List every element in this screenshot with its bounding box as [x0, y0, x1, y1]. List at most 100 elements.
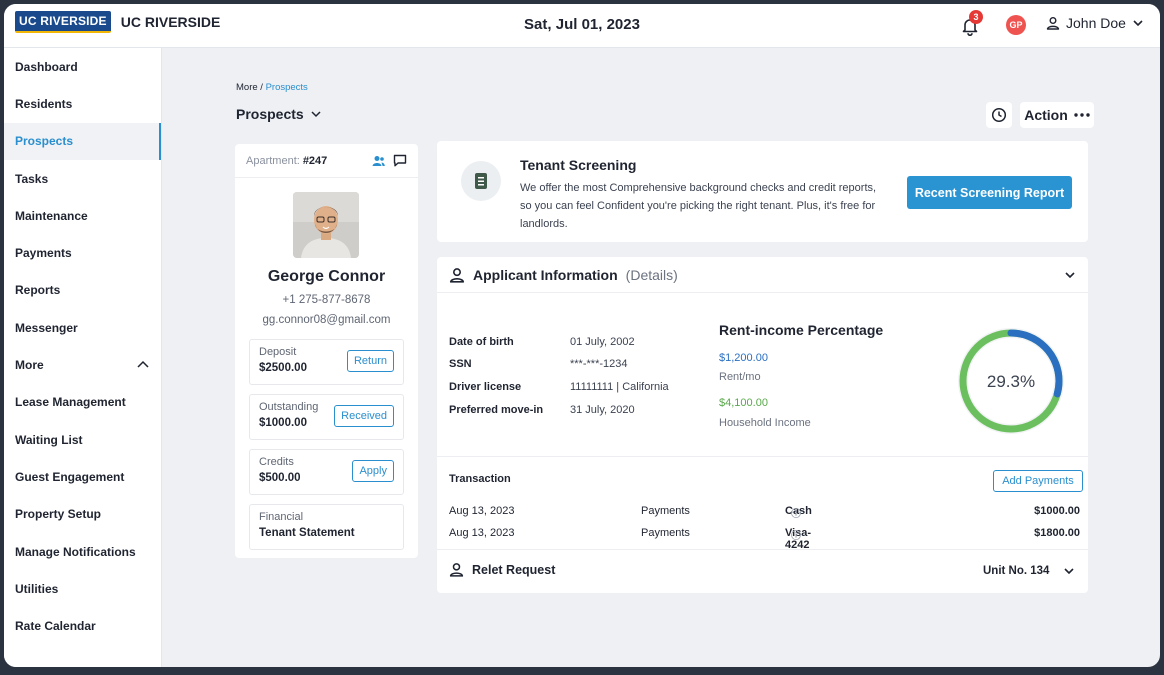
- info-value: 01 July, 2002: [570, 336, 635, 348]
- sidebar-item-label: Maintenance: [15, 208, 88, 223]
- sidebar-item-more[interactable]: More: [4, 346, 161, 383]
- info-key: Driver license: [449, 381, 522, 393]
- relet-request-header[interactable]: Relet Request: [449, 562, 555, 577]
- sidebar-item-reports[interactable]: Reports: [4, 272, 161, 309]
- sidebar-item-residents[interactable]: Residents: [4, 85, 161, 122]
- sidebar-item-maintenance[interactable]: Maintenance: [4, 197, 161, 234]
- screening-title: Tenant Screening: [520, 157, 637, 173]
- table-row[interactable]: Aug 13, 2023 Payments Visa-4242 ⓘ $1800.0…: [437, 527, 1088, 551]
- apply-button[interactable]: Apply: [352, 460, 394, 482]
- user-icon: [449, 267, 465, 283]
- applicant-header[interactable]: Applicant Information (Details): [437, 257, 1088, 293]
- tx-amount: $1800.00: [1034, 527, 1080, 539]
- document-icon: [461, 161, 501, 201]
- rent-label: Rent/mo: [719, 371, 761, 383]
- sidebar-item-prospects[interactable]: Prospects: [4, 122, 161, 161]
- income-amount: $4,100.00: [719, 397, 768, 409]
- rent-income-gauge: 29.3%: [958, 328, 1064, 434]
- sidebar-item-label: Reports: [15, 283, 61, 298]
- sidebar-item-property-setup[interactable]: Property Setup: [4, 496, 161, 533]
- gauge-percentage: 29.3%: [987, 372, 1035, 391]
- unit-label: Unit No. 134: [983, 565, 1050, 577]
- divider: [437, 456, 1088, 457]
- info-row-ssn: SSN ***-***-1234: [449, 358, 627, 370]
- logo-mark: UC RIVERSIDE: [15, 11, 111, 33]
- chevron-down-icon: [1064, 568, 1075, 575]
- prospect-photo: [293, 192, 359, 258]
- action-label: Action: [1024, 107, 1068, 123]
- sidebar-item-tasks[interactable]: Tasks: [4, 160, 161, 197]
- avatar[interactable]: GP: [1006, 15, 1026, 35]
- applicant-title: Applicant Information: [473, 266, 618, 283]
- prospect-email: gg.connor08@gmail.com: [262, 314, 391, 326]
- tx-date: Aug 13, 2023: [449, 527, 515, 539]
- chevron-down-icon: [311, 111, 321, 118]
- sidebar-item-label: Property Setup: [15, 507, 102, 522]
- tx-amount: $1000.00: [1034, 505, 1080, 517]
- chevron-up-icon: [137, 361, 149, 368]
- breadcrumb-current: Prospects: [265, 82, 308, 93]
- applicant-details-link[interactable]: (Details): [626, 267, 678, 283]
- add-payments-button[interactable]: Add Payments: [993, 470, 1083, 492]
- info-value: 31 July, 2020: [570, 404, 635, 416]
- users-icon[interactable]: [372, 155, 385, 167]
- sidebar-item-manage-notifications[interactable]: Manage Notifications: [4, 533, 161, 570]
- info-row-driver-license: Driver license 11111111 | California: [449, 381, 669, 393]
- rent-amount: $1,200.00: [719, 352, 768, 364]
- sidebar: Dashboard Residents Prospects Tasks Main…: [4, 48, 162, 667]
- credits-box: Credits $500.00 Apply: [249, 449, 404, 495]
- sidebar-item-utilities[interactable]: Utilities: [4, 570, 161, 607]
- outstanding-box: Outstanding $1000.00 Received: [249, 394, 404, 440]
- sidebar-item-label: Messenger: [15, 320, 78, 335]
- sidebar-item-guest-engagement[interactable]: Guest Engagement: [4, 458, 161, 495]
- sidebar-item-label: Utilities: [15, 581, 59, 596]
- breadcrumb-parent[interactable]: More /: [236, 82, 266, 93]
- chat-icon[interactable]: [393, 154, 407, 167]
- return-button[interactable]: Return: [346, 350, 394, 372]
- info-value: 11111111 | California: [570, 381, 669, 393]
- sidebar-item-label: Lease Management: [15, 395, 126, 410]
- sidebar-item-label: Tasks: [15, 171, 49, 186]
- info-key: SSN: [449, 358, 472, 370]
- recent-screening-report-button[interactable]: Recent Screening Report: [907, 176, 1072, 209]
- page-title[interactable]: Prospects: [236, 106, 322, 122]
- info-row-move-in: Preferred move-in 31 July, 2020: [449, 404, 635, 416]
- received-button[interactable]: Received: [334, 405, 394, 427]
- tx-type: Payments: [641, 527, 690, 539]
- tenant-screening-card: Tenant Screening We offer the most Compr…: [437, 141, 1088, 242]
- sidebar-item-messenger[interactable]: Messenger: [4, 309, 161, 346]
- prospect-phone: +1 275-877-8678: [282, 294, 371, 306]
- unit-selector[interactable]: Unit No. 134: [983, 565, 1075, 577]
- history-button[interactable]: [986, 102, 1012, 128]
- apartment-header: Apartment: #247: [235, 144, 418, 178]
- financial-label: Financial: [259, 511, 304, 523]
- divider: [437, 549, 1088, 550]
- apartment-number: #247: [302, 154, 328, 167]
- financial-box[interactable]: Financial Tenant Statement: [249, 504, 404, 550]
- info-key: Preferred move-in: [449, 404, 544, 416]
- sidebar-item-label: Payments: [15, 246, 72, 261]
- sidebar-item-label: Guest Engagement: [15, 469, 125, 484]
- info-icon[interactable]: ⓘ: [791, 527, 801, 542]
- logo[interactable]: UC RIVERSIDE UC RIVERSIDE: [15, 11, 221, 33]
- sidebar-item-lease-management[interactable]: Lease Management: [4, 384, 161, 421]
- action-button[interactable]: Action: [1020, 102, 1094, 128]
- transaction-title: Transaction: [449, 473, 511, 485]
- sidebar-item-rate-calendar[interactable]: Rate Calendar: [4, 607, 161, 644]
- page-title-text: Prospects: [236, 106, 304, 122]
- user-menu[interactable]: John Doe: [1046, 15, 1144, 31]
- info-icon[interactable]: ⓘ: [791, 505, 801, 520]
- info-row-dob: Date of birth 01 July, 2002: [449, 336, 635, 348]
- tenant-statement-link[interactable]: Tenant Statement: [259, 527, 394, 539]
- table-row[interactable]: Aug 13, 2023 Payments Cash ⓘ $1000.00: [437, 505, 1088, 523]
- tx-date: Aug 13, 2023: [449, 505, 515, 517]
- sidebar-item-waiting-list[interactable]: Waiting List: [4, 421, 161, 458]
- clock-icon: [991, 107, 1007, 123]
- chevron-down-icon[interactable]: [1064, 269, 1076, 281]
- sidebar-item-label: Prospects: [15, 134, 74, 149]
- more-dots-icon: [1074, 113, 1090, 117]
- sidebar-item-dashboard[interactable]: Dashboard: [4, 48, 161, 85]
- logo-text: UC RIVERSIDE: [120, 14, 221, 30]
- sidebar-item-label: More: [15, 358, 44, 373]
- sidebar-item-payments[interactable]: Payments: [4, 234, 161, 271]
